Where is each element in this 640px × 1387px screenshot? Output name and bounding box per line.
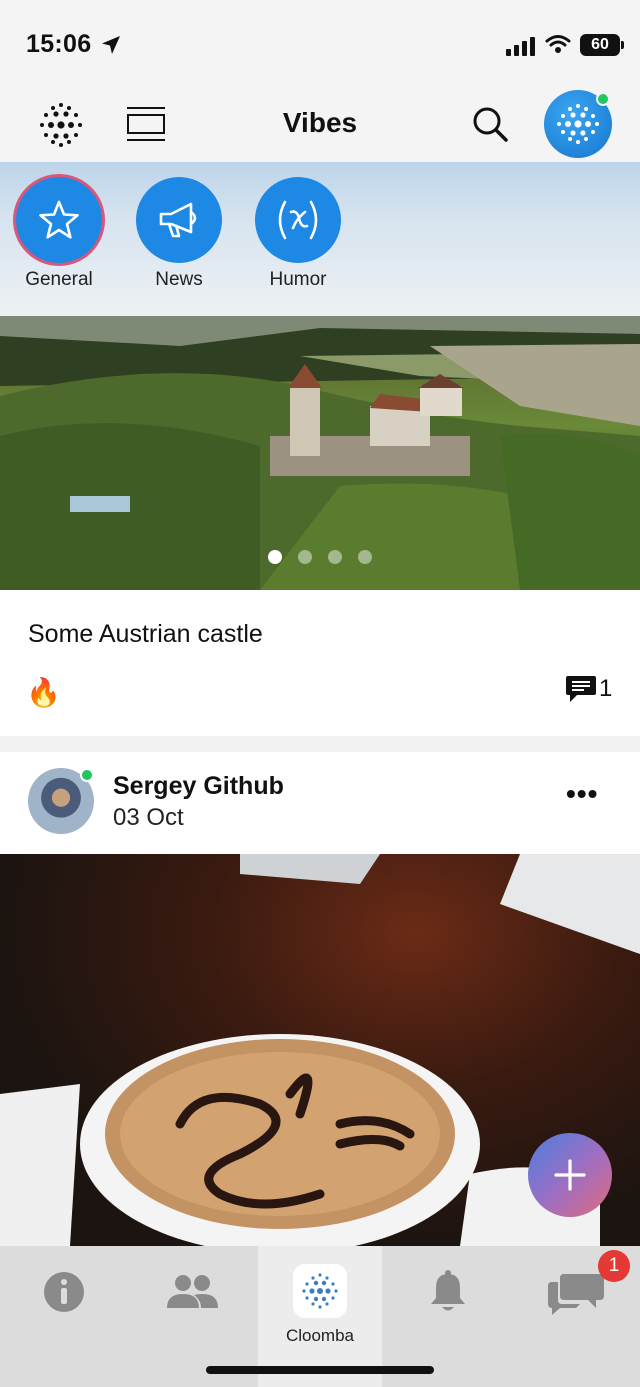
post-text: Some Austrian castle — [28, 620, 263, 648]
category-label: General — [25, 269, 93, 290]
category-label: Humor — [269, 269, 327, 290]
wifi-icon — [545, 35, 571, 53]
category-humor-circle — [255, 177, 341, 263]
online-indicator — [596, 92, 610, 106]
category-general-circle — [16, 177, 102, 263]
create-post-button[interactable] — [528, 1133, 612, 1217]
app-header: Vibes — [0, 90, 640, 162]
comment-icon — [566, 676, 596, 702]
post-card: Some Austrian castle 🔥 1 — [0, 590, 640, 736]
chat-icon — [548, 1274, 604, 1315]
category-humor[interactable]: Humor — [243, 177, 353, 291]
search-icon[interactable] — [470, 104, 510, 144]
more-options-button[interactable]: ••• — [566, 778, 598, 810]
people-icon — [167, 1275, 218, 1308]
post-author[interactable]: Sergey Github — [113, 772, 284, 801]
category-general[interactable]: General — [4, 177, 114, 291]
carousel-dot[interactable] — [328, 550, 342, 564]
home-indicator[interactable] — [206, 1366, 434, 1374]
cloomba-tab-logo — [293, 1264, 347, 1318]
chat-unread-badge: 1 — [598, 1250, 630, 1282]
tab-label: Cloomba — [285, 1326, 355, 1345]
comment-count: 1 — [599, 675, 613, 702]
post-image-carousel[interactable] — [0, 316, 640, 590]
post-card: Sergey Github 03 Oct ••• — [0, 752, 640, 854]
carousel-dot[interactable] — [298, 550, 312, 564]
online-indicator — [80, 768, 94, 782]
battery-indicator: 60 — [580, 34, 624, 56]
function-x-icon — [278, 200, 318, 240]
status-bar: 15:06 60 — [0, 0, 640, 90]
location-arrow-icon — [102, 36, 120, 54]
info-icon — [44, 1272, 84, 1312]
comments-button[interactable]: 1 — [565, 674, 612, 704]
carousel-dot[interactable] — [268, 550, 282, 564]
category-news[interactable]: News — [124, 177, 234, 291]
post-date: 03 Oct — [113, 804, 184, 831]
cloomba-logo-icon — [302, 1273, 338, 1309]
category-news-circle — [136, 177, 222, 263]
carousel-dot[interactable] — [358, 550, 372, 564]
castle-landscape-photo — [0, 316, 640, 590]
fire-reaction-icon[interactable]: 🔥 — [26, 676, 61, 709]
category-label: News — [155, 269, 203, 290]
plus-icon — [554, 1159, 586, 1191]
bell-icon — [431, 1270, 465, 1311]
status-time: 15:06 — [26, 30, 92, 58]
star-icon — [39, 200, 79, 239]
megaphone-icon — [159, 202, 197, 238]
cellular-signal-icon — [506, 37, 535, 56]
tab-info[interactable] — [2, 1246, 126, 1387]
author-avatar[interactable] — [28, 768, 94, 834]
user-avatar[interactable] — [544, 90, 612, 158]
category-bar: General News Humor — [0, 162, 640, 316]
carousel-pagination — [0, 550, 640, 564]
